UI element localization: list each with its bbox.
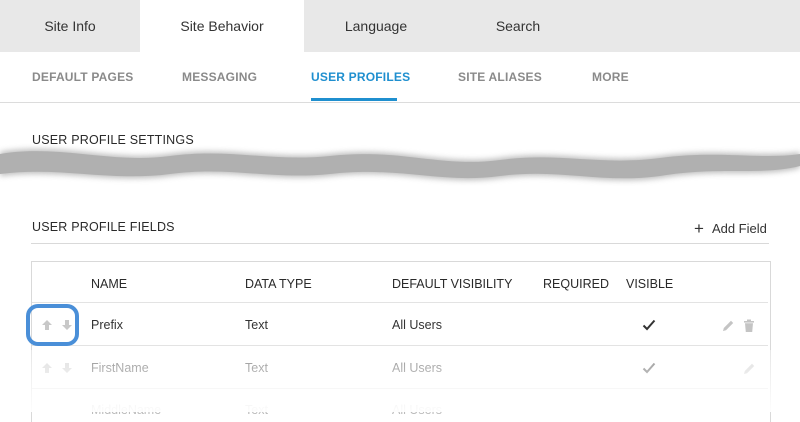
row-data-type: Text [245,318,268,332]
row-divider [32,302,768,303]
row-data-type: Text [245,403,268,417]
row-visibility: All Users [392,403,443,417]
row-visibility: All Users [392,361,443,375]
row-name: MiddleName [91,403,162,417]
user-profile-fields-title: USER PROFILE FIELDS [32,220,175,234]
add-field-button[interactable]: + Add Field [694,218,767,238]
add-field-label: Add Field [711,220,767,236]
column-header-visible: VISIBLE [626,277,674,291]
tab-language[interactable]: Language [304,0,448,52]
subtab-more[interactable]: MORE [592,52,629,102]
visible-check-icon[interactable] [642,319,656,331]
section-divider [31,243,769,244]
visible-check-icon[interactable] [642,362,656,374]
column-header-name: NAME [91,277,128,291]
row-data-type: Text [245,361,268,375]
torn-edge-divider [0,149,800,181]
plus-icon: + [694,218,704,238]
top-tab-bar: Site Info Site Behavior Language Search [0,0,800,52]
active-subtab-indicator [311,98,397,101]
move-up-icon[interactable] [40,361,54,375]
row-visibility: All Users [392,318,443,332]
tab-site-behavior[interactable]: Site Behavior [140,0,304,52]
row-name: Prefix [91,318,123,332]
row-name: FirstName [91,361,149,375]
subtab-user-profiles[interactable]: USER PROFILES [311,52,410,102]
edit-pencil-icon[interactable] [742,362,756,376]
subtab-default-pages[interactable]: DEFAULT PAGES [32,52,134,102]
edit-pencil-icon[interactable] [721,319,735,333]
tab-search[interactable]: Search [448,0,588,52]
column-header-data-type: DATA TYPE [245,277,312,291]
sub-tab-bar: DEFAULT PAGES MESSAGING USER PROFILES SI… [0,52,800,103]
column-header-default-visibility: DEFAULT VISIBILITY [392,277,513,291]
subtab-messaging[interactable]: MESSAGING [182,52,257,102]
tab-site-info[interactable]: Site Info [0,0,140,52]
delete-trash-icon[interactable] [742,319,756,333]
row-divider [32,345,768,346]
reorder-highlight-callout [26,304,79,346]
subtab-site-aliases[interactable]: SITE ALIASES [458,52,542,102]
row-divider [32,388,768,389]
move-down-icon[interactable] [60,361,74,375]
column-header-required: REQUIRED [543,277,609,291]
